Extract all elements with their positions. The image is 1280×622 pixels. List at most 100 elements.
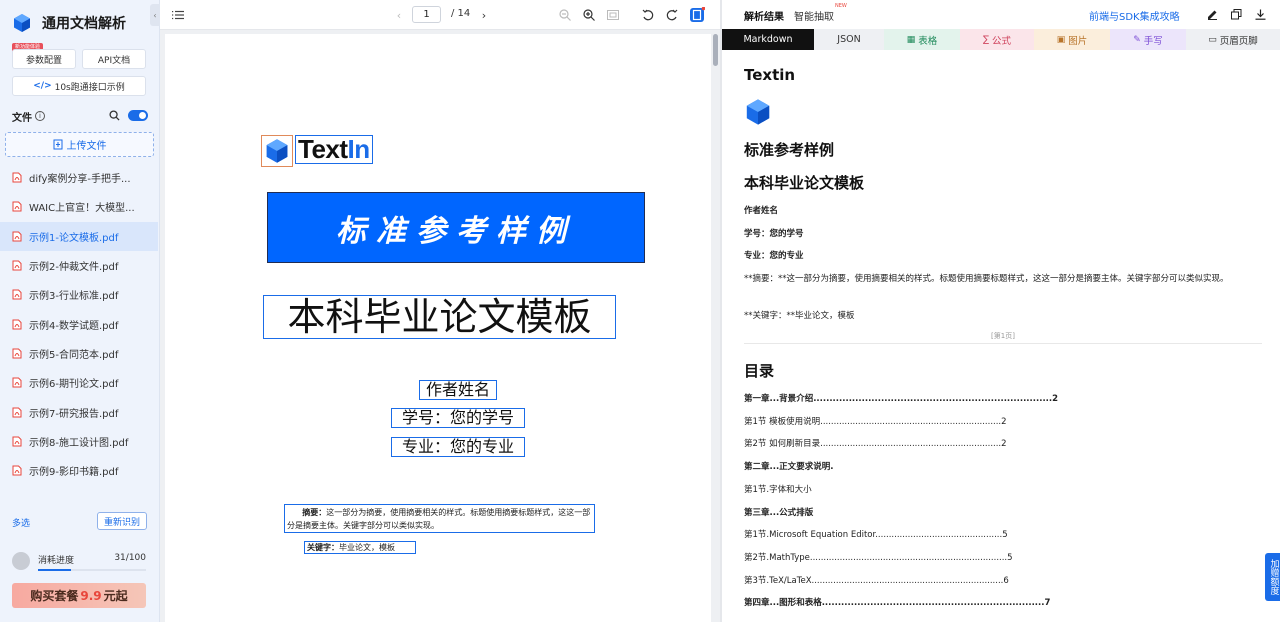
upload-file-button[interactable]: 上传文件 bbox=[5, 132, 154, 157]
file-name: 示例8-施工设计图.pdf bbox=[29, 437, 129, 449]
file-list-item[interactable]: 示例8-施工设计图.pdf bbox=[0, 427, 158, 456]
format-tab-icon: ▣ bbox=[1056, 34, 1066, 45]
usage-count: 31/100 bbox=[114, 553, 146, 563]
files-header: 文件 i bbox=[12, 108, 148, 124]
format-tab-label: 表格 bbox=[918, 35, 938, 47]
zoom-in-icon[interactable] bbox=[581, 7, 597, 23]
info-icon[interactable]: i bbox=[35, 111, 45, 121]
file-list-item[interactable]: 示例5-合同范本.pdf bbox=[0, 339, 158, 368]
next-page-icon[interactable]: › bbox=[476, 7, 492, 23]
doc-keywords[interactable]: 关键字：毕业论文，模板 bbox=[304, 541, 416, 554]
file-list-item[interactable]: 示例1-论文模板.pdf bbox=[0, 221, 158, 251]
doc-major[interactable]: 专业：您的专业 bbox=[391, 437, 525, 457]
format-tab-label: 手写 bbox=[1143, 35, 1163, 47]
format-tab[interactable]: ▦ 表格 bbox=[884, 29, 960, 50]
md-keywords: **关键字：**毕业论文，模板 bbox=[744, 311, 855, 321]
md-toc-item: 第一章...背景介绍..............................… bbox=[744, 394, 1059, 404]
list-icon[interactable] bbox=[170, 7, 186, 23]
buy-package-button[interactable]: 购买套餐 9.9 元起 bbox=[12, 583, 146, 608]
rotate-left-icon[interactable] bbox=[640, 7, 656, 23]
format-tab[interactable]: ✎ 手写 bbox=[1110, 29, 1186, 50]
tab-smart-extract[interactable]: 智能抽取 bbox=[794, 8, 834, 23]
file-list-item[interactable]: 示例7-研究报告.pdf bbox=[0, 397, 158, 426]
fit-page-icon[interactable] bbox=[605, 7, 621, 23]
sdk-guide-link[interactable]: 前端与SDK集成攻略 bbox=[1089, 8, 1180, 23]
left-sidebar: 通用文档解析 ‹ 新功能体验 参数配置 API文档 </> 10s跑通接口示例 … bbox=[0, 0, 160, 622]
file-list-item[interactable]: 示例9-影印书籍.pdf bbox=[0, 456, 158, 485]
pdf-file-icon bbox=[12, 201, 22, 212]
avatar[interactable] bbox=[12, 552, 30, 570]
rotate-right-icon[interactable] bbox=[664, 7, 680, 23]
document-viewer: ‹ 1 / 14 › TextIn 标准参考样例 本科毕业论文模板 作者姓名 学… bbox=[160, 0, 720, 622]
multi-select-link[interactable]: 多选 bbox=[12, 516, 30, 529]
file-list-item[interactable]: WAIC上官宣！大模型... bbox=[0, 192, 158, 221]
buy-suffix: 元起 bbox=[103, 589, 128, 603]
file-list: dify案例分享-手把手... WAIC上官宣！大模型... 示例1-论文模板.pd… bbox=[0, 163, 158, 485]
file-name: 示例5-合同范本.pdf bbox=[29, 349, 119, 361]
copy-icon[interactable] bbox=[1230, 8, 1242, 20]
format-tab[interactable]: Markdown bbox=[722, 29, 814, 50]
file-name: 示例3-行业标准.pdf bbox=[29, 291, 119, 303]
md-page-mark: [第1页] bbox=[991, 332, 1015, 340]
abstract-label: 摘要： bbox=[302, 507, 327, 517]
file-name: 示例1-论文模板.pdf bbox=[29, 232, 119, 244]
zoom-out-icon[interactable] bbox=[557, 7, 573, 23]
file-name: 示例6-期刊论文.pdf bbox=[29, 379, 119, 391]
doc-abstract[interactable]: 摘要：这一部分为摘要，使用摘要相关的样式。标题使用摘要标题样式，这这一部分是摘要… bbox=[284, 504, 595, 533]
md-toc-item: 第四章...图形和表格.............................… bbox=[744, 598, 1051, 609]
tab-parse-result[interactable]: 解析结果 bbox=[744, 8, 784, 23]
format-tab[interactable]: JSON bbox=[814, 29, 884, 50]
collapse-sidebar-button[interactable]: ‹ bbox=[150, 4, 160, 26]
file-name: 示例4-数学试题.pdf bbox=[29, 320, 119, 332]
rerecognize-button[interactable]: 重新识别 bbox=[97, 512, 147, 530]
md-author: 作者姓名 bbox=[744, 206, 779, 216]
md-logo-image bbox=[746, 99, 770, 125]
md-toc-item: 第3节.TeX/LaTeX...........................… bbox=[744, 575, 1009, 586]
textin-logo-icon bbox=[14, 14, 30, 32]
doc-logo-text[interactable]: TextIn bbox=[295, 135, 373, 164]
viewer-scrollbar[interactable] bbox=[713, 34, 718, 66]
bonus-quota-button[interactable]: 加赠额度 bbox=[1265, 553, 1280, 601]
format-tab-label: 公式 bbox=[992, 35, 1012, 47]
format-tab-label: Markdown bbox=[743, 34, 793, 45]
doc-banner[interactable]: 标准参考样例 bbox=[267, 192, 645, 263]
pdf-file-icon bbox=[12, 348, 22, 359]
api-docs-button[interactable]: API文档 bbox=[82, 49, 146, 69]
doc-title[interactable]: 本科毕业论文模板 bbox=[263, 295, 616, 339]
format-tab-icon: ▦ bbox=[906, 34, 916, 45]
file-list-item[interactable]: 示例6-期刊论文.pdf bbox=[0, 368, 158, 397]
files-toggle-switch[interactable] bbox=[128, 110, 148, 121]
logo-text-part-b: In bbox=[347, 134, 371, 164]
code-icon: </> bbox=[33, 81, 52, 91]
format-tab[interactable]: ▣ 图片 bbox=[1034, 29, 1110, 50]
bookmark-doc-icon[interactable] bbox=[689, 7, 705, 23]
page-number-input[interactable]: 1 bbox=[412, 6, 441, 23]
viewer-toolbar: ‹ 1 / 14 › bbox=[160, 0, 720, 30]
format-tab[interactable]: ▭ 页眉页脚 bbox=[1186, 29, 1280, 50]
md-toc-item: 第1节 模板使用说明..............................… bbox=[744, 416, 1007, 427]
edit-icon[interactable] bbox=[1206, 8, 1218, 20]
file-list-item[interactable]: dify案例分享-手把手... bbox=[0, 163, 158, 192]
pdf-file-icon bbox=[12, 231, 22, 242]
buy-prefix: 购买套餐 bbox=[30, 589, 79, 603]
file-name: 示例9-影印书籍.pdf bbox=[29, 467, 119, 479]
prev-page-icon[interactable]: ‹ bbox=[391, 7, 407, 23]
demo-example-button[interactable]: </> 10s跑通接口示例 bbox=[12, 76, 146, 96]
usage-bar bbox=[38, 569, 146, 571]
doc-author[interactable]: 作者姓名 bbox=[419, 380, 497, 400]
pdf-file-icon bbox=[12, 172, 22, 183]
param-config-button[interactable]: 参数配置 bbox=[12, 49, 76, 69]
file-list-item[interactable]: 示例4-数学试题.pdf bbox=[0, 309, 158, 338]
page-total: / 14 bbox=[451, 8, 471, 19]
doc-student-id[interactable]: 学号：您的学号 bbox=[391, 408, 525, 428]
result-header: 解析结果 智能抽取 NEW 前端与SDK集成攻略 bbox=[722, 0, 1280, 28]
format-tab[interactable]: ∑ 公式 bbox=[960, 29, 1034, 50]
file-list-item[interactable]: 示例3-行业标准.pdf bbox=[0, 280, 158, 309]
search-icon[interactable] bbox=[109, 110, 120, 121]
download-icon[interactable] bbox=[1254, 8, 1266, 20]
logo-text-part-a: Text bbox=[298, 134, 348, 164]
file-list-item[interactable]: 示例2-仲裁文件.pdf bbox=[0, 251, 158, 280]
app-title: 通用文档解析 bbox=[42, 16, 126, 32]
md-toc-title: 目录 bbox=[744, 362, 775, 380]
doc-logo-region[interactable] bbox=[261, 135, 293, 167]
